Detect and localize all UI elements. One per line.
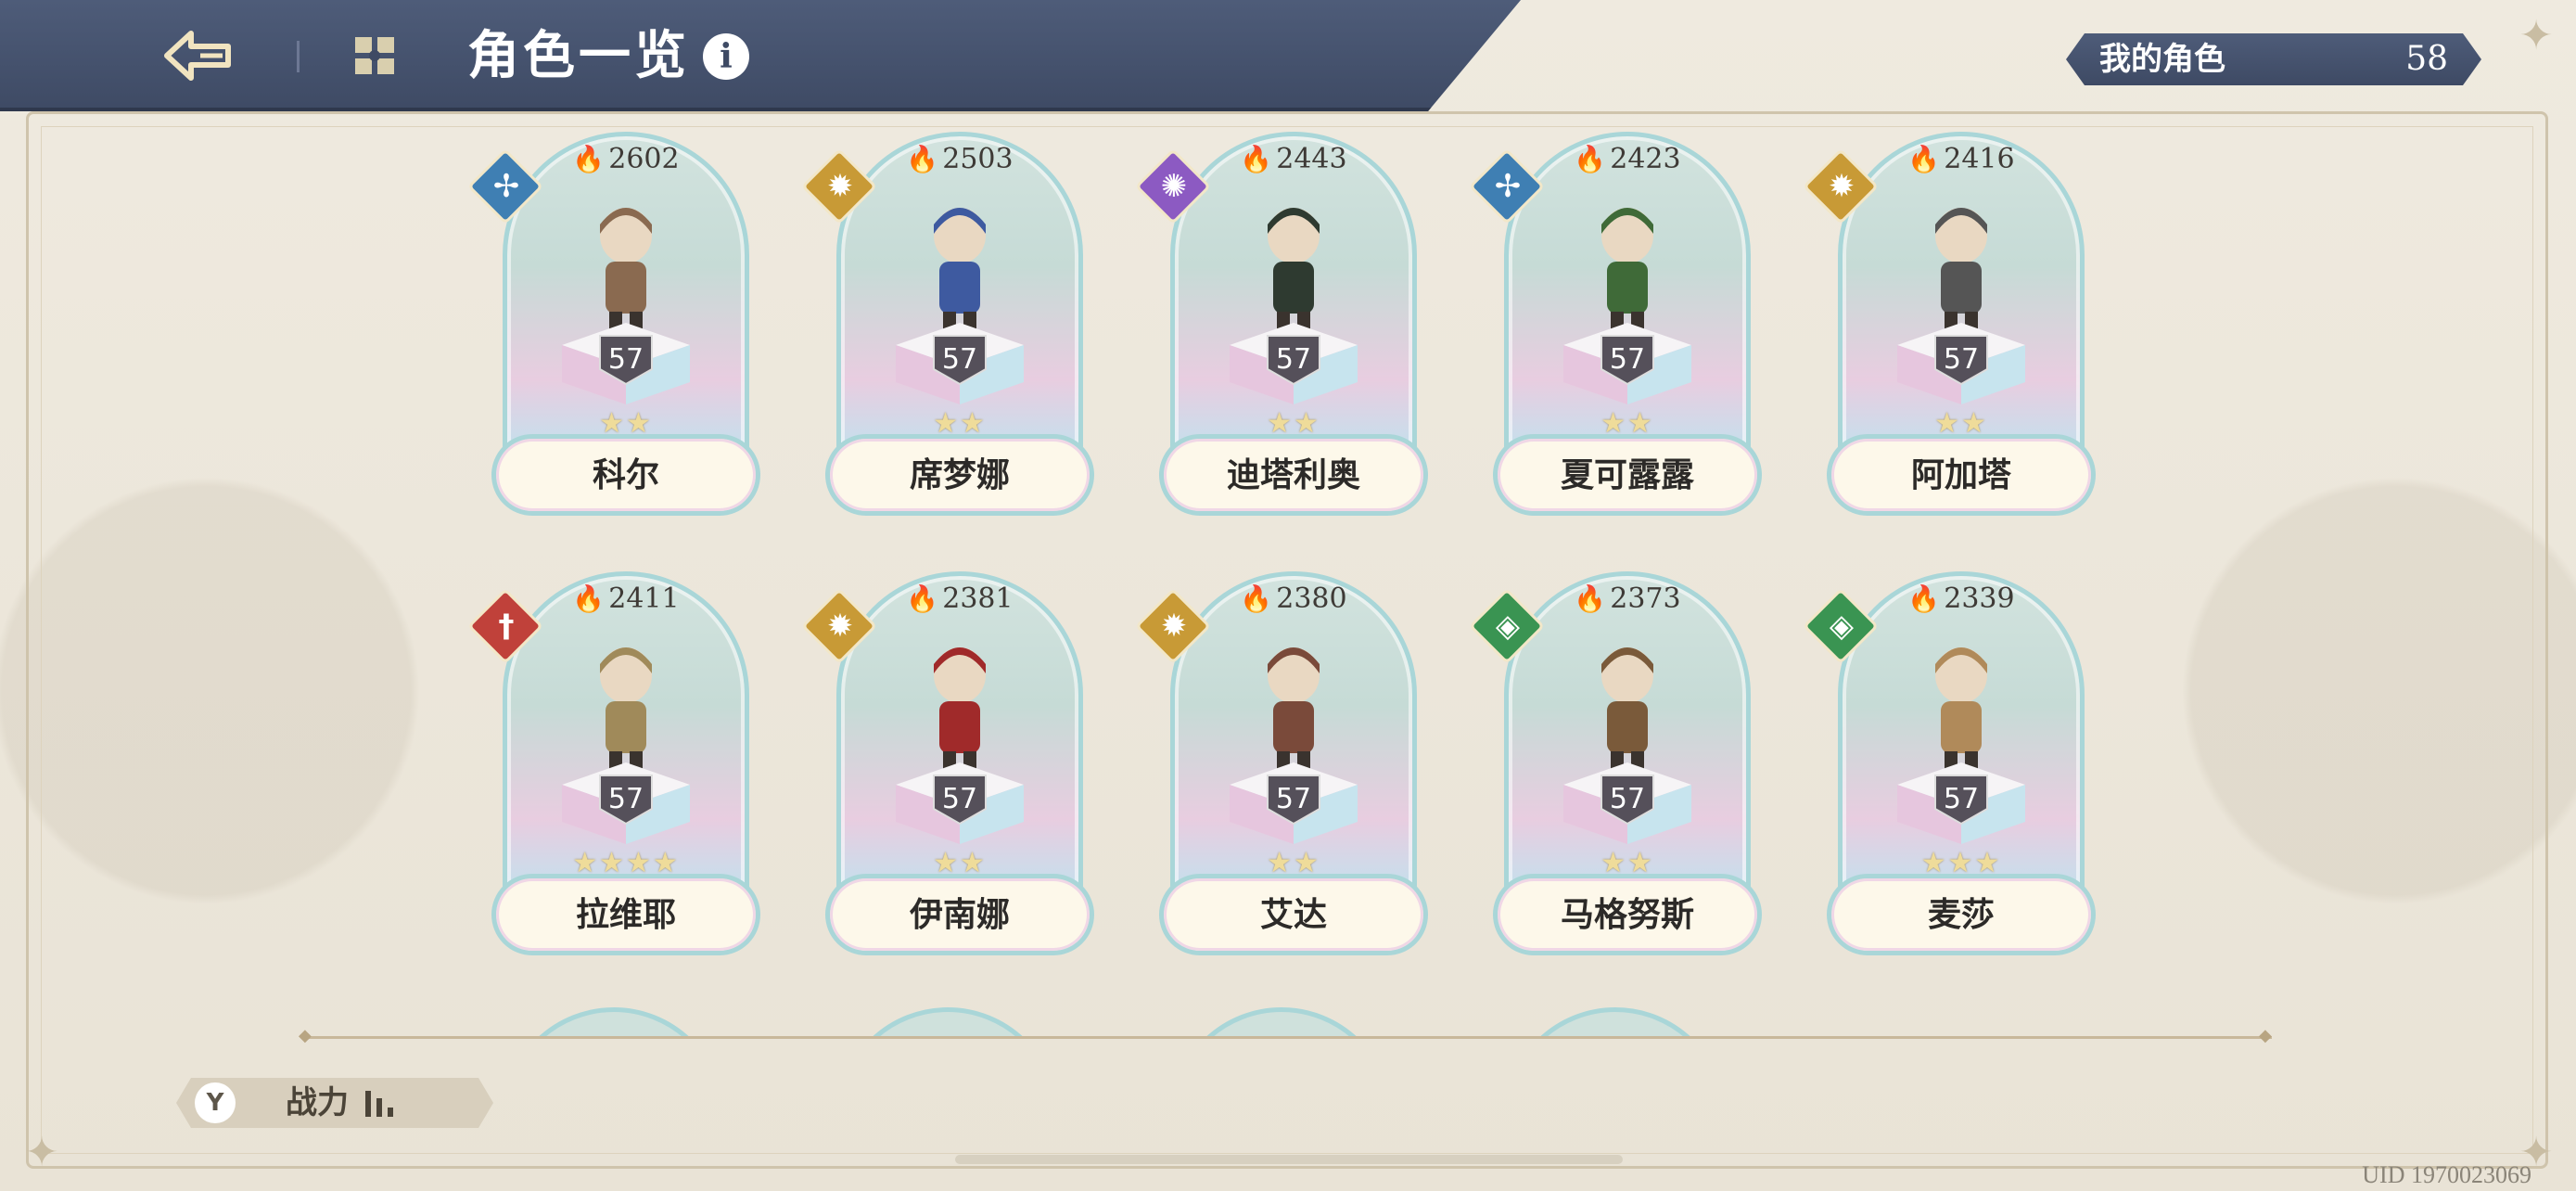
element-glyph: ✹ xyxy=(826,168,854,205)
corner-ornament-icon: ✦ xyxy=(24,1129,59,1176)
fire-icon: 🔥 xyxy=(1574,144,1607,174)
element-glyph: ✹ xyxy=(1160,608,1188,645)
wind-element-icon: ✢ xyxy=(466,147,544,225)
character-name: 迪塔利奥 xyxy=(1159,434,1428,516)
divider-ornament-icon: ◆ xyxy=(2259,1026,2272,1045)
character-name: 艾达 xyxy=(1159,874,1428,955)
character-name: 科尔 xyxy=(491,434,760,516)
power-value: 2411 xyxy=(608,583,680,615)
power-value: 2380 xyxy=(1276,583,1347,615)
power-value: 2503 xyxy=(942,143,1014,175)
back-arrow-icon xyxy=(164,31,231,81)
fire-icon: 🔥 xyxy=(1907,144,1941,174)
level-value: 57 xyxy=(607,783,644,815)
power-value: 2373 xyxy=(1610,583,1681,615)
fire-icon: 🔥 xyxy=(1240,583,1273,614)
element-glyph: ✢ xyxy=(1494,168,1522,205)
fire-element-icon: † xyxy=(466,587,544,665)
earth-element-icon: ◈ xyxy=(1802,587,1880,665)
level-value: 57 xyxy=(941,343,978,376)
character-name: 麦莎 xyxy=(1827,874,2096,955)
element-glyph: † xyxy=(498,608,515,645)
level-value: 57 xyxy=(1943,343,1980,376)
character-name: 马格努斯 xyxy=(1493,874,1762,955)
uid-label: UID 1970023069 xyxy=(2362,1161,2531,1188)
fire-icon: 🔥 xyxy=(906,583,939,614)
grid-menu-icon xyxy=(355,37,394,74)
character-card[interactable]: 🔥 2416 57 ✹ ★★ 阿加塔 xyxy=(1802,132,2096,521)
character-name: 阿加塔 xyxy=(1827,434,2096,516)
fire-icon: 🔥 xyxy=(572,583,606,614)
level-value: 57 xyxy=(1609,343,1646,376)
level-value: 57 xyxy=(607,343,644,376)
power-value: 2416 xyxy=(1944,143,2015,175)
power-value: 2423 xyxy=(1610,143,1681,175)
character-card[interactable]: 🔥 2380 57 ✹ ★★ 艾达 xyxy=(1134,571,1428,961)
element-glyph: ✹ xyxy=(826,608,854,645)
divider-ornament-icon: ◆ xyxy=(299,1026,312,1045)
earth-element-icon: ◈ xyxy=(1468,587,1546,665)
power-value: 2339 xyxy=(1944,583,2015,615)
character-card[interactable]: 🔥 2373 57 ◈ ★★ 马格努斯 xyxy=(1468,571,1762,961)
fire-icon: 🔥 xyxy=(906,144,939,174)
dark-element-icon: ✺ xyxy=(1134,147,1212,225)
element-glyph: ◈ xyxy=(1495,608,1521,645)
character-card[interactable]: 🔥 2411 57 † ★★★★ 拉维耶 xyxy=(466,571,760,961)
partial-card-row xyxy=(0,1002,2576,1039)
list-divider xyxy=(306,1036,2272,1039)
header-separator xyxy=(297,41,300,72)
light-element-icon: ✹ xyxy=(800,147,878,225)
page-title: 角色一览 xyxy=(467,25,690,86)
character-name: 席梦娜 xyxy=(825,434,1094,516)
character-card[interactable]: 🔥 2381 57 ✹ ★★ 伊南娜 xyxy=(800,571,1094,961)
fire-icon: 🔥 xyxy=(1907,583,1941,614)
corner-ornament-icon: ✦ xyxy=(2519,12,2554,59)
my-characters-count: 58 xyxy=(2405,40,2448,78)
power-value: 2602 xyxy=(608,143,680,175)
character-card-partial[interactable] xyxy=(836,1007,1059,1039)
power-value: 2381 xyxy=(942,583,1014,615)
element-glyph: ✺ xyxy=(1160,168,1188,205)
scroll-indicator[interactable] xyxy=(955,1155,1623,1164)
level-value: 57 xyxy=(1943,783,1980,815)
level-value: 57 xyxy=(1609,783,1646,815)
level-value: 57 xyxy=(941,783,978,815)
info-icon[interactable]: i xyxy=(703,33,749,80)
my-characters-label: 我的角色 xyxy=(2099,41,2225,78)
character-card[interactable]: 🔥 2423 57 ✢ ★★ 夏可露露 xyxy=(1468,132,1762,521)
character-card-partial[interactable] xyxy=(503,1007,725,1039)
wind-element-icon: ✢ xyxy=(1468,147,1546,225)
filter-icon[interactable]: Y xyxy=(195,1082,236,1123)
element-glyph: ✹ xyxy=(1828,168,1855,205)
character-name: 夏可露露 xyxy=(1493,434,1762,516)
sort-label: 战力 xyxy=(286,1084,349,1121)
power-value: 2443 xyxy=(1276,143,1347,175)
menu-button[interactable] xyxy=(349,32,401,80)
character-card[interactable]: 🔥 2602 57 ✢ ★★ 科尔 xyxy=(466,132,760,521)
character-card-partial[interactable] xyxy=(1170,1007,1393,1039)
light-element-icon: ✹ xyxy=(1802,147,1880,225)
character-card[interactable]: 🔥 2503 57 ✹ ★★ 席梦娜 xyxy=(800,132,1094,521)
light-element-icon: ✹ xyxy=(1134,587,1212,665)
element-glyph: ◈ xyxy=(1829,608,1855,645)
character-name: 伊南娜 xyxy=(825,874,1094,955)
character-card[interactable]: 🔥 2339 57 ◈ ★★★ 麦莎 xyxy=(1802,571,2096,961)
fire-icon: 🔥 xyxy=(1240,144,1273,174)
level-value: 57 xyxy=(1275,783,1312,815)
character-name: 拉维耶 xyxy=(491,874,760,955)
element-glyph: ✢ xyxy=(492,168,520,205)
sort-order-icon xyxy=(365,1091,393,1117)
character-card[interactable]: 🔥 2443 57 ✺ ★★ 迪塔利奥 xyxy=(1134,132,1428,521)
fire-icon: 🔥 xyxy=(1574,583,1607,614)
character-card-partial[interactable] xyxy=(1504,1007,1727,1039)
fire-icon: 🔥 xyxy=(572,144,606,174)
back-button[interactable] xyxy=(159,22,236,89)
sort-button[interactable]: Y 战力 xyxy=(176,1078,493,1128)
my-characters-counter: 我的角色 58 xyxy=(2066,33,2481,85)
light-element-icon: ✹ xyxy=(800,587,878,665)
level-value: 57 xyxy=(1275,343,1312,376)
